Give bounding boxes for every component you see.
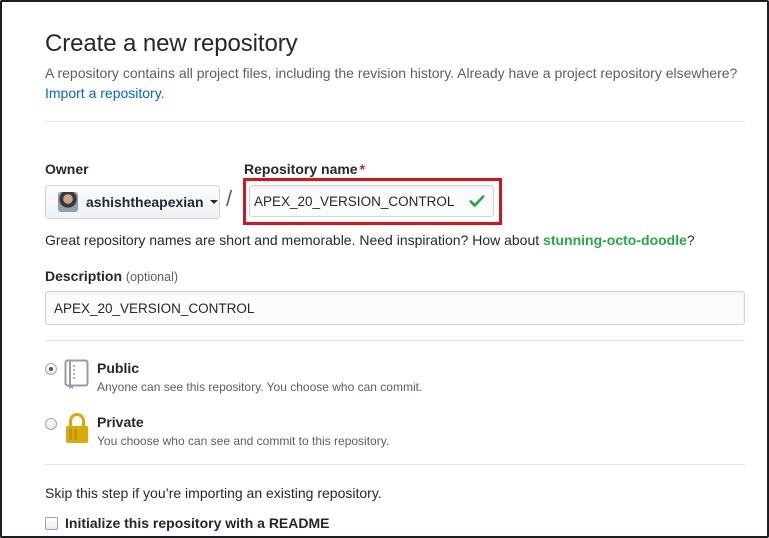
private-option-description: You choose who can see and commit to thi… [97,434,390,448]
caret-down-icon [209,200,218,204]
import-repository-link[interactable]: Import a repository. [45,85,165,101]
description-label: Description (optional) [45,268,178,284]
avatar [58,192,78,212]
private-radio[interactable] [45,418,57,430]
hint-text: Great repository names are short and mem… [45,232,540,248]
owner-label: Owner [45,161,89,177]
lock-icon [66,413,88,443]
required-marker: * [359,161,366,177]
description-input[interactable] [45,291,745,325]
description-label-text: Description [45,268,123,284]
readme-label[interactable]: Initialize this repository with a README [65,515,329,531]
public-radio[interactable] [45,363,57,375]
private-option-title: Private [97,414,144,430]
public-option-description: Anyone can see this repository. You choo… [97,380,423,394]
divider [45,464,745,465]
owner-dropdown[interactable]: ashishtheapexian [45,185,220,219]
owner-repo-separator: / [226,186,233,211]
divider [45,121,745,122]
optional-tag: (optional) [125,270,179,284]
page-subtitle: A repository contains all project files,… [45,65,738,81]
owner-name: ashishtheapexian [86,194,204,210]
name-hint: Great repository names are short and mem… [45,232,695,248]
divider [45,340,745,341]
readme-checkbox[interactable] [45,517,58,530]
page-title: Create a new repository [45,30,298,57]
name-suggestion[interactable]: stunning-octo-doodle [543,232,687,248]
check-icon [469,195,485,207]
repository-name-label: Repository name * [244,161,365,177]
repository-name-label-text: Repository name [244,161,358,177]
repo-book-icon [64,359,89,389]
skip-import-text: Skip this step if you’re importing an ex… [45,485,382,501]
public-option-title: Public [97,360,140,376]
repository-name-input[interactable] [249,185,494,217]
hint-suffix: ? [686,232,695,248]
